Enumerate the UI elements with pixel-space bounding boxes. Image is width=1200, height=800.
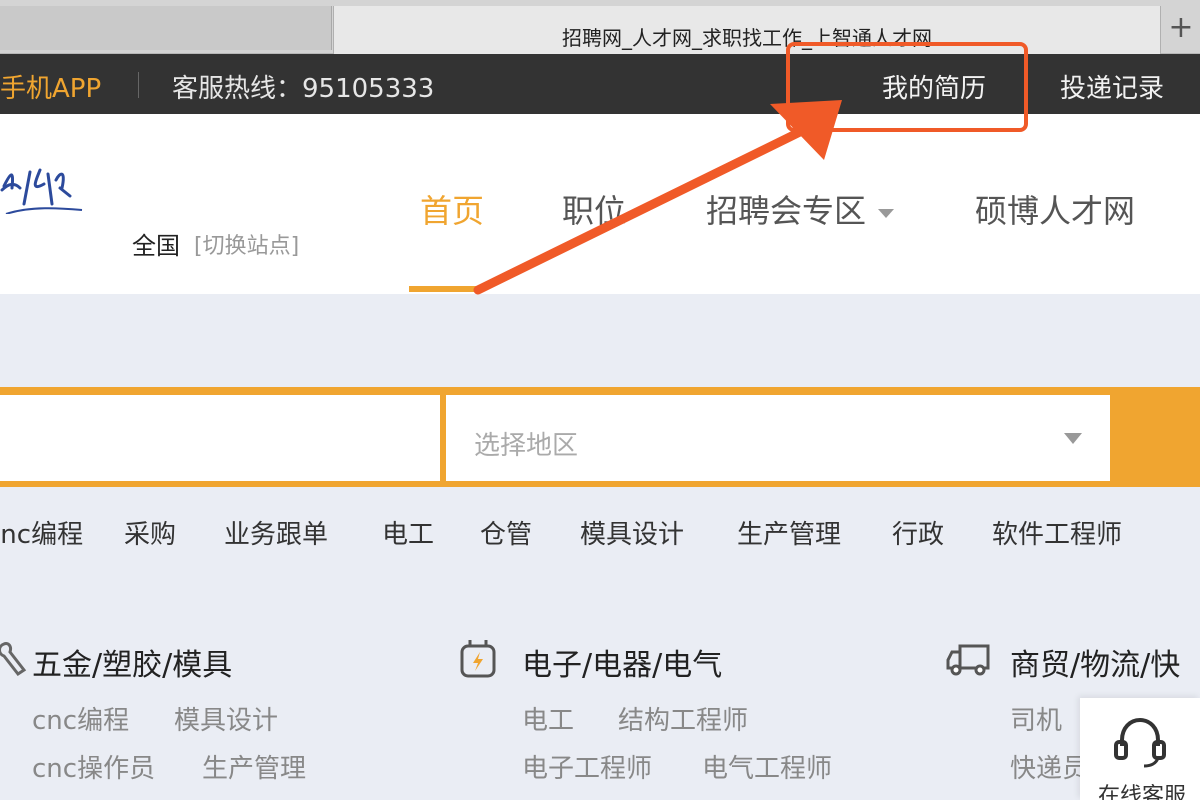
nav-job-fair-label: 招聘会专区 — [706, 192, 867, 230]
battery-charge-icon — [460, 640, 496, 678]
delivery-records-link[interactable]: 投递记录 — [1060, 68, 1164, 105]
service-hotline: 客服热线：95105333 — [172, 74, 435, 104]
hot-keyword-link[interactable]: 生产管理 — [737, 514, 841, 551]
nav-jobs[interactable]: 职位 — [562, 186, 626, 232]
browser-tab-active[interactable]: 招聘网_人才网_求职找工作_上智通人才网 — [333, 6, 1161, 54]
switch-site-link[interactable]: [切换站点] — [194, 228, 299, 260]
region-select[interactable]: 选择地区 — [446, 395, 1110, 481]
nav-active-indicator — [409, 286, 479, 292]
browser-tab-strip: 招聘网_人才网_求职找工作_上智通人才网 + — [0, 0, 1200, 54]
hot-keyword-link[interactable]: 业务跟单 — [224, 514, 328, 551]
chevron-down-icon — [1064, 433, 1082, 444]
site-top-bar: 手机APP 客服热线：95105333 我的简历 投递记录 — [0, 54, 1200, 114]
divider — [138, 72, 139, 98]
new-tab-button[interactable]: + — [1162, 6, 1200, 50]
hot-keyword-link[interactable]: 电工 — [382, 514, 434, 551]
hot-keyword-link[interactable]: 模具设计 — [580, 514, 684, 551]
category-title[interactable]: 电子/电器/电气 — [522, 640, 722, 684]
my-resume-link[interactable]: 我的简历 — [882, 68, 986, 105]
hot-keyword-link[interactable]: cnc编程 — [0, 514, 83, 551]
chevron-down-icon — [878, 208, 895, 218]
category-job-link[interactable]: 电子工程师 — [522, 748, 652, 785]
online-service-widget[interactable]: 在线客服 — [1080, 698, 1200, 800]
category-title[interactable]: 五金/塑胶/模具 — [32, 640, 232, 684]
nav-job-fair[interactable]: 招聘会专区 — [706, 186, 895, 232]
category-job-link[interactable]: cnc操作员 — [32, 748, 155, 785]
online-service-label: 在线客服 — [1098, 784, 1187, 800]
hot-keyword-link[interactable]: 行政 — [892, 514, 944, 551]
nav-postgrad-talent[interactable]: 硕博人才网 — [975, 186, 1135, 232]
browser-tab-inactive[interactable] — [0, 6, 332, 50]
site-logo[interactable] — [0, 144, 90, 214]
search-button[interactable] — [1110, 387, 1200, 487]
site-header: 全国 [切换站点] 首页 职位 招聘会专区 硕博人才网 — [0, 114, 1200, 294]
category-job-link[interactable]: 电气工程师 — [702, 748, 832, 785]
category-job-link[interactable]: 生产管理 — [202, 748, 306, 785]
keyword-search-input[interactable] — [0, 395, 440, 481]
truck-icon — [946, 644, 990, 676]
region-select-placeholder: 选择地区 — [474, 431, 579, 461]
category-job-link[interactable]: 快递员 — [1010, 748, 1088, 785]
category-job-link[interactable]: 结构工程师 — [618, 700, 748, 737]
category-job-link[interactable]: 电工 — [522, 700, 574, 737]
search-bar: 选择地区 — [0, 387, 1200, 487]
hot-keyword-link[interactable]: 采购 — [124, 514, 176, 551]
category-title[interactable]: 商贸/物流/快 — [1010, 640, 1180, 684]
mobile-app-link[interactable]: 手机APP — [0, 68, 101, 105]
category-job-link[interactable]: 模具设计 — [174, 700, 278, 737]
current-region: 全国 — [132, 232, 180, 260]
browser-tab-title: 招聘网_人才网_求职找工作_上智通人才网 — [562, 26, 932, 50]
nav-home[interactable]: 首页 — [420, 186, 484, 232]
hot-keyword-link[interactable]: 软件工程师 — [992, 514, 1122, 551]
hot-keyword-link[interactable]: 仓管 — [480, 514, 532, 551]
wrench-icon — [0, 642, 27, 677]
category-job-link[interactable]: 司机 — [1010, 700, 1062, 737]
headset-icon — [1114, 717, 1166, 768]
category-job-link[interactable]: cnc编程 — [32, 700, 129, 737]
